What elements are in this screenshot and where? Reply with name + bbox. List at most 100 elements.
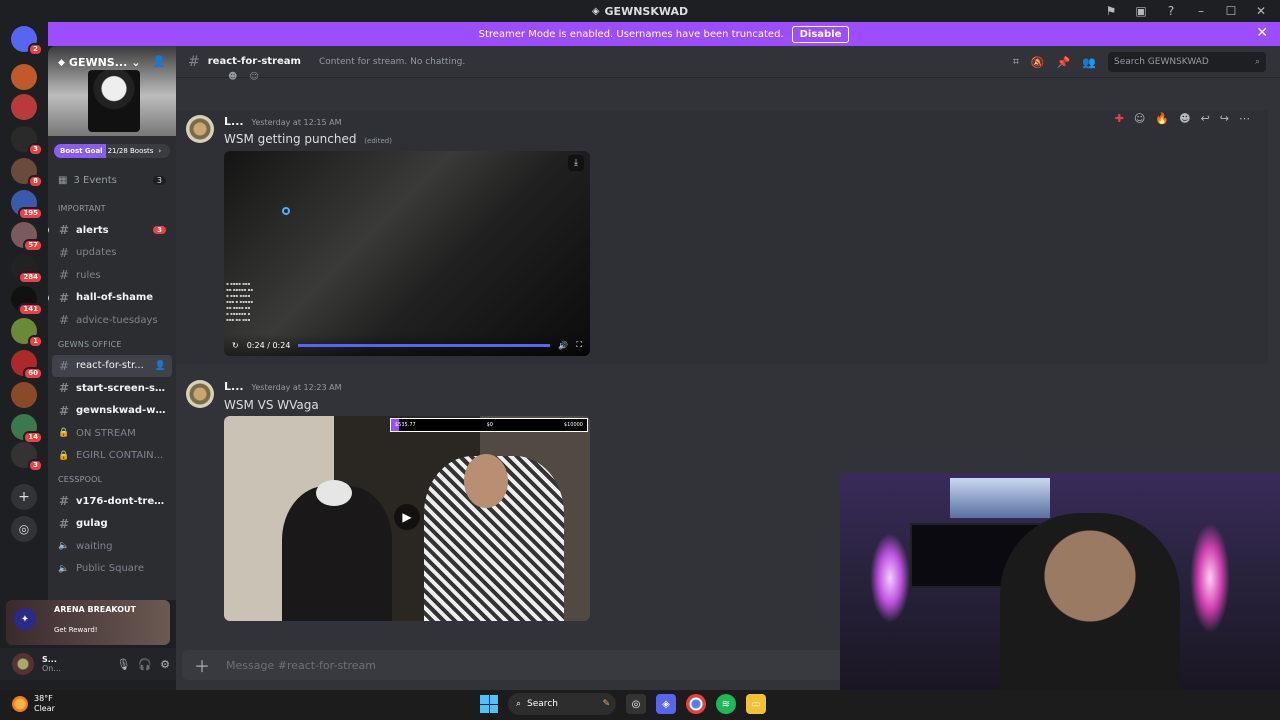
search-input[interactable]: Search GEWNSKWAD ⌕ [1108,52,1266,72]
inbox-icon[interactable]: ▣ [1132,2,1150,20]
server-icon[interactable]: 14 [11,414,43,444]
server-icon[interactable] [11,382,37,408]
channel-topic[interactable]: Content for stream. No chatting. [319,57,465,67]
avatar[interactable] [186,380,214,408]
channel-item[interactable]: # gewnskwad-win... [48,400,176,423]
category-important[interactable]: IMPORTANT [58,204,176,213]
server-icon[interactable]: 3 [11,126,43,156]
category-cesspool[interactable]: CESSPOOL [58,475,176,484]
help-icon[interactable]: ? [1162,2,1180,20]
message[interactable]: L... Yesterday at 12:15 AM WSM getting p… [176,110,1268,364]
fullscreen-icon[interactable]: ⛶ [576,340,582,350]
headphones-icon[interactable]: 🎧 [138,658,152,671]
discord-logo-icon: ◈ [591,5,600,17]
server-icon[interactable]: 8 [11,158,43,188]
maximize-button[interactable]: ☐ [1222,2,1240,20]
category-office[interactable]: GEWNS OFFICE [58,340,176,349]
author-name[interactable]: L... [224,115,244,128]
flag-icon[interactable]: ⚑ [1102,2,1120,20]
app-icon[interactable]: ◎ [626,694,646,714]
server-icon[interactable]: 284 [11,254,43,284]
weather-widget[interactable]: 38°F Clear [12,694,55,714]
channel-item[interactable]: 🔈 Public Square [48,558,176,581]
server-icon[interactable]: 2 [11,26,43,56]
server-icon[interactable]: 3 [11,442,43,472]
message-text: WSM VS WVaga [224,398,319,412]
download-icon[interactable]: ⤓ [568,155,584,171]
spotify-icon[interactable]: ≋ [716,694,736,714]
chrome-icon[interactable] [686,694,706,714]
add-reaction-icon[interactable]: ☺ [249,72,258,82]
add-server-icon[interactable]: + [11,484,37,510]
reaction-emoji-icon[interactable]: ☻ [228,72,237,82]
channel-item[interactable]: # hall-of-shame [48,287,176,310]
avatar[interactable] [186,115,214,143]
disable-button[interactable]: Disable [791,25,850,43]
play-icon[interactable]: ▶ [394,504,420,530]
promo-card[interactable]: ✦ ARENA BREAKOUT Get Reward! [6,600,170,645]
gear-icon[interactable]: ⚙ [160,658,170,671]
channel-item[interactable]: # updates [48,242,176,265]
replay-icon[interactable]: ↻ [232,341,239,350]
discord-icon[interactable]: ◈ [656,694,676,714]
forward-icon[interactable]: ↪ [1220,112,1229,125]
taskbar-search[interactable]: ⌕ Search ✎ [508,693,616,715]
video-player[interactable]: ⤓ ▪ ▪▪▪▪ ▪▪▪ ▪▪ ▪▪▪▪▪ ▪▪ ▪ ▪▪▪ ▪▪▪▪ ▪▪▪ ▪ ▪… [224,151,590,356]
channel-item[interactable]: 🔒 EGIRL CONTAIN... [48,445,176,468]
fire-icon[interactable]: 🔥 [1155,112,1169,125]
invite-icon[interactable]: 👤 [152,55,166,68]
video-player[interactable]: $535.77 $0 $10000 ▶ [224,416,590,621]
guild-header[interactable]: ◆ GEWNS... ⌄ 👤 [48,46,176,136]
windows-start-icon[interactable] [480,695,498,713]
channel-item[interactable]: # rules [48,264,176,287]
video-progress-bar[interactable] [298,343,551,347]
channel-item[interactable]: # react-for-str... 👤 [52,354,172,377]
minimize-button[interactable]: – [1192,2,1210,20]
reaction-emoji-icon[interactable]: ✚ [1115,112,1124,125]
invite-icon[interactable]: 👤 [155,361,166,371]
lock-icon: 🔒 [58,428,70,439]
file-explorer-icon[interactable]: ▭ [746,694,766,714]
channel-item[interactable]: 🔈 waiting [48,535,176,558]
guild-name[interactable]: ◆ GEWNS... ⌄ [58,56,140,69]
server-icon[interactable]: 57 [11,222,43,252]
author-name[interactable]: L... [224,380,244,393]
avatar[interactable] [12,653,34,675]
server-icon[interactable] [11,94,37,120]
more-icon[interactable]: ⋯ [1239,112,1250,125]
events-item[interactable]: ▦ 3 Events 3 [58,175,166,186]
volume-icon[interactable]: 🔊 [558,341,568,350]
mention-badge: 3 [153,226,166,235]
add-reaction-icon[interactable]: ☻ [1179,112,1190,125]
message-input[interactable]: Message #react-for-stream [226,659,376,672]
close-banner-icon[interactable]: ✕ [1256,25,1268,41]
members-icon[interactable]: 👥 [1082,56,1096,69]
guild-icon: ◆ [58,57,65,68]
channel-label: ON STREAM [76,427,136,439]
add-attachment-icon[interactable]: ＋ [194,653,210,677]
channel-item[interactable]: 🔒 ON STREAM [48,422,176,445]
mute-icon[interactable]: 🔕 [1031,56,1045,69]
server-icon[interactable] [11,64,37,90]
boost-goal[interactable]: Boost Goal 21/28 Boosts › [54,144,170,158]
server-icon[interactable]: 1 [11,318,43,348]
channel-item[interactable]: # gulag [48,513,176,536]
user-name[interactable]: S... On... [42,655,108,673]
server-icon[interactable]: 195 [11,190,43,220]
channel-item[interactable]: # advice-tuesdays [48,309,176,332]
reaction-emoji-icon[interactable]: ☺ [1134,112,1145,125]
streamer-figure [1000,513,1180,690]
threads-icon[interactable]: ⌗ [1013,55,1019,69]
server-icon[interactable]: 60 [11,350,43,380]
channel-item[interactable]: # v176-dont-tread... [48,490,176,513]
promo-reward[interactable]: Get Reward! [54,626,98,634]
close-window-button[interactable]: ✕ [1252,2,1270,20]
channel-item[interactable]: # alerts 3 [48,219,176,242]
reply-icon[interactable]: ↩ [1201,112,1210,125]
channel-item[interactable]: # start-screen-su... [48,377,176,400]
microphone-icon[interactable]: 🎙 [116,658,130,671]
discover-icon[interactable]: ◎ [11,516,37,542]
title-bar: ◈ GEWNSKWAD ⚑ ▣ ? – ☐ ✕ [0,0,1280,22]
pin-icon[interactable]: 📌 [1057,56,1071,69]
server-icon[interactable]: 141 [11,286,43,316]
